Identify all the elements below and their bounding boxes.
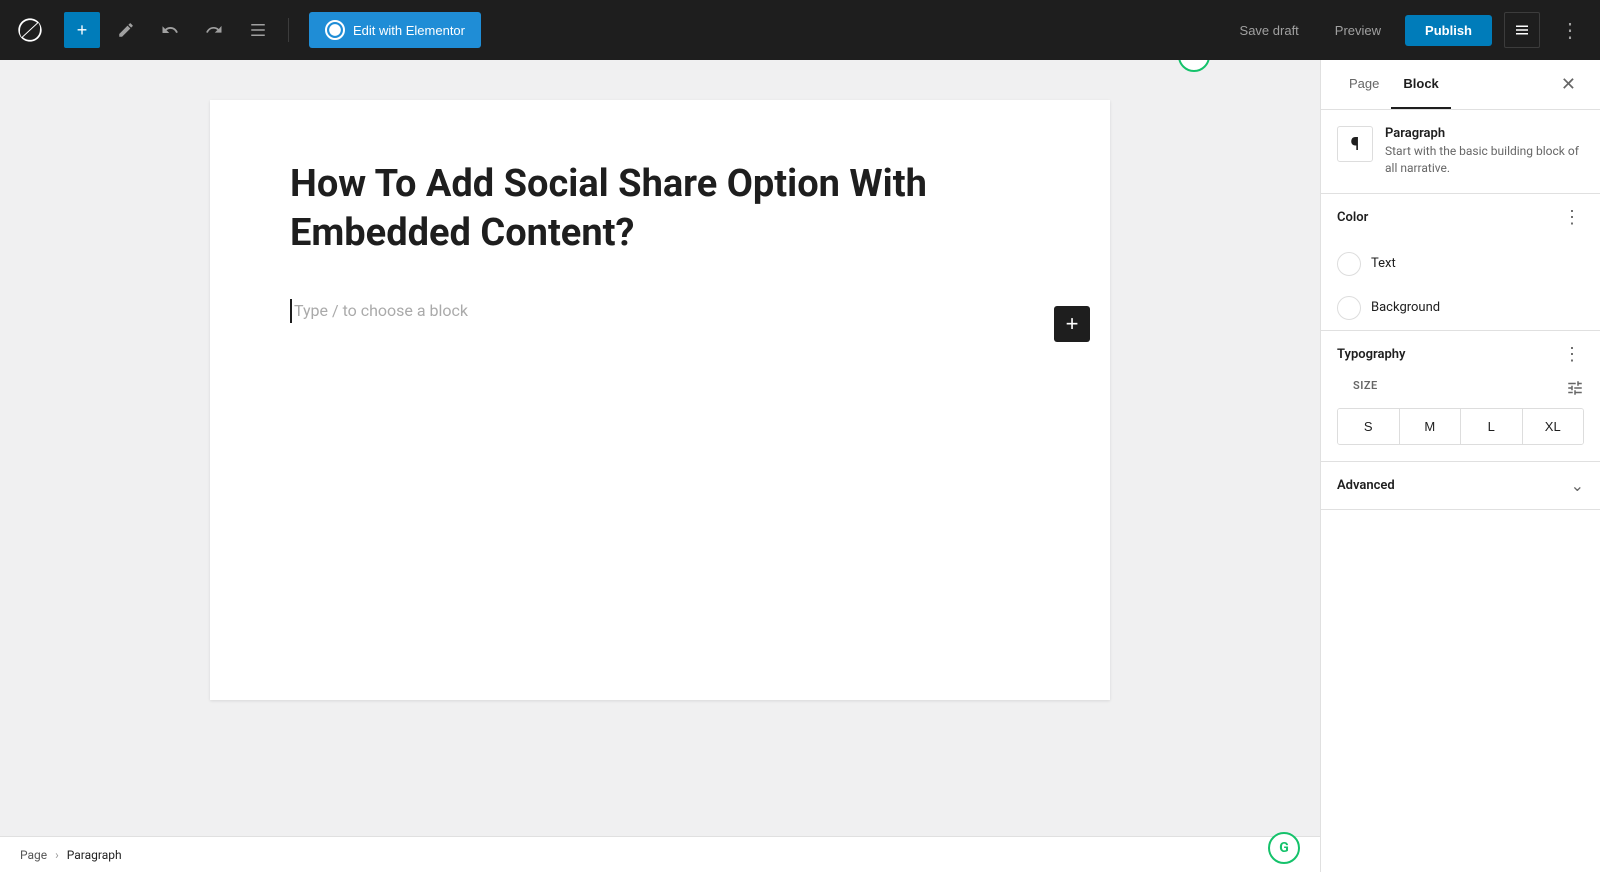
preview-button[interactable]: Preview [1323, 15, 1393, 46]
size-s-button[interactable]: S [1338, 409, 1400, 444]
advanced-section: Advanced ⌄ [1321, 462, 1600, 510]
block-info: ¶ Paragraph Start with the basic buildin… [1321, 110, 1600, 194]
size-buttons-group: S M L XL [1337, 408, 1584, 445]
background-color-swatch[interactable] [1337, 296, 1361, 320]
color-section-title: Color [1337, 210, 1368, 225]
block-name: Paragraph [1385, 126, 1584, 141]
toolbar-divider [288, 18, 289, 42]
post-title[interactable]: How To Add Social Share Option With Embe… [290, 160, 1030, 259]
breadcrumb-separator: › [55, 848, 59, 862]
elementor-btn-label: Edit with Elementor [353, 23, 465, 38]
advanced-section-header[interactable]: Advanced ⌄ [1321, 462, 1600, 509]
publish-button[interactable]: Publish [1405, 15, 1492, 46]
save-draft-button[interactable]: Save draft [1228, 15, 1311, 46]
typography-section-title: Typography [1337, 347, 1406, 362]
block-area[interactable]: Type / to choose a block + [290, 299, 1030, 349]
list-view-button[interactable] [240, 12, 276, 48]
undo-button[interactable] [152, 12, 188, 48]
background-color-option: Background [1321, 286, 1600, 330]
size-l-button[interactable]: L [1461, 409, 1523, 444]
sidebar-close-button[interactable]: ✕ [1553, 60, 1584, 109]
block-details: Paragraph Start with the basic building … [1385, 126, 1584, 177]
typography-section: Typography ⋮ SIZE S M L XL [1321, 331, 1600, 462]
color-section: Color ⋮ Text Background [1321, 194, 1600, 331]
top-toolbar: + Edit with Elementor Save draft Preview… [0, 0, 1600, 60]
size-settings-button[interactable] [1566, 379, 1584, 400]
edit-with-elementor-button[interactable]: Edit with Elementor [309, 12, 481, 48]
typography-more-button[interactable]: ⋮ [1560, 343, 1584, 367]
editor-canvas: G How To Add Social Share Option With Em… [210, 100, 1110, 700]
tab-block[interactable]: Block [1391, 60, 1450, 109]
advanced-title: Advanced [1337, 478, 1395, 493]
advanced-chevron-icon: ⌄ [1571, 476, 1584, 495]
sidebar-tabs: Page Block ✕ [1321, 60, 1600, 110]
size-m-button[interactable]: M [1400, 409, 1462, 444]
typography-section-header: Typography ⋮ [1321, 331, 1600, 379]
block-description: Start with the basic building block of a… [1385, 143, 1584, 177]
editor-area: G How To Add Social Share Option With Em… [0, 60, 1320, 872]
grammarly-bottom-icon[interactable]: G [1268, 832, 1300, 864]
text-color-option: Text [1321, 242, 1600, 286]
more-options-button[interactable]: ⋮ [1552, 12, 1588, 48]
background-color-label: Background [1371, 300, 1440, 315]
view-toggle-button[interactable] [1504, 12, 1540, 48]
toolbar-right-actions: Save draft Preview Publish ⋮ [1228, 12, 1588, 48]
right-sidebar: Page Block ✕ ¶ Paragraph Start with the … [1320, 60, 1600, 872]
tools-button[interactable] [108, 12, 144, 48]
size-xl-button[interactable]: XL [1523, 409, 1584, 444]
add-block-button[interactable]: + [64, 12, 100, 48]
color-section-header: Color ⋮ [1321, 194, 1600, 242]
grammarly-icon-top[interactable]: G [1178, 60, 1210, 72]
size-label: SIZE [1337, 379, 1394, 400]
redo-button[interactable] [196, 12, 232, 48]
breadcrumb: Page › Paragraph [0, 836, 1320, 872]
block-placeholder[interactable]: Type / to choose a block [290, 299, 1030, 323]
elementor-icon [325, 20, 345, 40]
text-color-swatch[interactable] [1337, 252, 1361, 276]
text-color-label: Text [1371, 256, 1396, 271]
tab-page[interactable]: Page [1337, 60, 1391, 109]
wordpress-logo[interactable] [12, 12, 48, 48]
main-layout: G How To Add Social Share Option With Em… [0, 0, 1600, 872]
add-block-inline-button[interactable]: + [1054, 306, 1090, 342]
color-more-button[interactable]: ⋮ [1560, 206, 1584, 230]
paragraph-block-icon: ¶ [1337, 126, 1373, 162]
breadcrumb-paragraph[interactable]: Paragraph [67, 848, 122, 862]
breadcrumb-page[interactable]: Page [20, 848, 47, 862]
